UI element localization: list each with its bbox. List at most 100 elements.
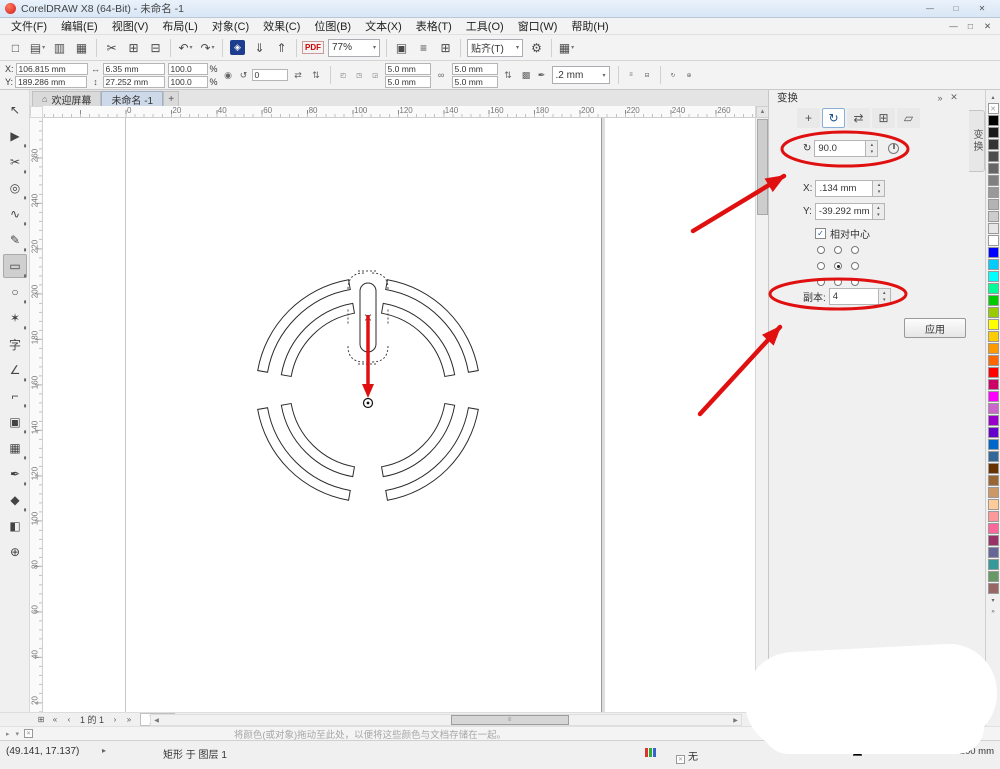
edit-corners-together-button[interactable]: ∞ [434,70,449,81]
document-color-profile-icon[interactable] [645,748,656,757]
x-position-field[interactable]: 106.815 mm [15,62,88,75]
palette-color-swatch[interactable] [987,331,999,342]
palette-color-swatch[interactable] [987,427,999,438]
rotation-angle-field[interactable]: 0 [251,69,288,81]
freehand-tool[interactable]: ∿ ▗ [3,202,27,226]
center-grid-radio-2-2[interactable] [851,278,859,286]
relative-center-checkbox[interactable]: ✓ [815,228,826,239]
import-button[interactable]: ⇓ [249,37,270,58]
corner-radius-field-2[interactable]: 5.0 mm [451,62,498,75]
menu-effects[interactable]: 效果(C) [256,18,307,34]
cut-button[interactable]: ✂ [101,37,122,58]
relative-corner-scaling-button[interactable]: ⇅ [501,70,516,81]
open-button[interactable]: ▤ ▾ [27,37,48,58]
status-play-icon[interactable]: ▸ [102,746,106,755]
position-tab[interactable]: + [797,108,820,128]
angle-dial[interactable] [888,143,900,154]
docker-more-button[interactable]: » [933,93,947,103]
doc-minimize-button[interactable]: — [945,21,962,32]
interactive-fill-tool[interactable]: ◆ ▗ [3,488,27,512]
palette-color-swatch[interactable] [987,199,999,210]
first-page-button[interactable]: « [48,715,62,724]
palette-color-swatch[interactable] [987,163,999,174]
mesh-fill-tool[interactable]: ▦ ▗ [3,436,27,460]
docker-close-button[interactable]: ✕ [947,92,961,103]
save-button[interactable]: ▥ [49,37,70,58]
docker-rotation-angle-field[interactable]: 90.0 [814,140,867,157]
export-button[interactable]: ⇑ [271,37,292,58]
align-distribute-button[interactable]: ≡ [625,70,638,81]
outline-width-select[interactable]: .2 mm ▾ [551,66,610,84]
palette-color-swatch[interactable] [987,259,999,270]
zoom-tool[interactable]: ◎ ▗ [3,176,27,200]
palette-color-swatch[interactable] [987,319,999,330]
new-document-tab-button[interactable]: + [163,91,180,106]
eyedropper-tool[interactable]: ✒ ▗ [3,462,27,486]
palette-color-swatch[interactable] [987,547,999,558]
apply-button[interactable]: 应用 [904,318,966,338]
palette-color-swatch[interactable] [987,559,999,570]
copies-spinner[interactable]: ▴ ▾ [878,288,891,305]
minimize-button[interactable]: — [917,2,943,16]
transparency-tool[interactable]: ◧ [3,514,27,538]
menu-text[interactable]: 文本(X) [358,18,409,34]
menu-table[interactable]: 表格(T) [409,18,459,34]
horizontal-scroll-thumb[interactable]: ≡ [451,715,569,725]
palette-color-swatch[interactable] [987,511,999,522]
palette-color-swatch[interactable] [987,151,999,162]
palette-color-swatch[interactable] [987,475,999,486]
convert-to-curves-button[interactable]: ↻ [667,70,680,81]
next-page-button[interactable]: › [108,715,122,724]
maximize-button[interactable]: □ [943,2,969,16]
paste-button[interactable]: ⊟ [145,37,166,58]
menu-help[interactable]: 帮助(H) [564,18,615,34]
corner-radius-field-4[interactable]: 5.0 mm [451,75,498,88]
vertical-scroll-thumb[interactable] [757,119,768,215]
center-grid-radio-2-1[interactable] [834,278,842,286]
palette-flyout-icon[interactable]: ▸ [6,730,10,738]
menu-window[interactable]: 窗口(W) [511,18,565,34]
new-document-button[interactable]: □ [5,37,26,58]
palette-color-swatch[interactable] [987,223,999,234]
previous-page-button[interactable]: ‹ [62,715,76,724]
center-grid-radio-0-1[interactable] [834,246,842,254]
palette-color-swatch[interactable] [987,175,999,186]
menu-layout[interactable]: 布局(L) [155,18,204,34]
rotation-angle-spinner[interactable]: ▴ ▾ [866,140,879,157]
text-tool[interactable]: 字 [3,332,27,356]
palette-flyout-button[interactable]: » [987,606,1000,617]
zoom-level-select[interactable]: 77% ▾ [328,38,380,57]
scroll-right-arrow[interactable]: ▶ [730,715,741,725]
center-grid-radio-1-0[interactable] [817,262,825,270]
center-grid-radio-0-0[interactable] [817,246,825,254]
palette-scroll-up-button[interactable]: ▴ [987,92,1000,103]
center-grid-radio-2-0[interactable] [817,278,825,286]
menu-bitmaps[interactable]: 位图(B) [307,18,358,34]
palette-color-swatch[interactable] [987,139,999,150]
drop-shadow-tool[interactable]: ▣ ▗ [3,410,27,434]
palette-color-swatch[interactable] [987,295,999,306]
palette-color-swatch[interactable] [987,367,999,378]
document-palette-no-color-swatch[interactable]: ✕ [24,729,34,738]
show-rulers-button[interactable]: ≡ [413,37,434,58]
palette-color-swatch[interactable] [987,283,999,294]
palette-color-swatch[interactable] [987,391,999,402]
palette-expand-icon[interactable]: ▾ [16,730,20,738]
copies-field[interactable]: 4 [828,288,879,305]
tab-welcome-screen[interactable]: ⌂ 欢迎屏幕 [32,91,102,107]
menu-tools[interactable]: 工具(O) [459,18,511,34]
object-order-button[interactable]: ⊟ [641,70,654,81]
add-page-button[interactable]: ⊞ [34,715,48,724]
application-launcher-button[interactable]: ▦ ▾ [556,37,577,58]
chamfered-corner-button[interactable]: ◲ [369,70,382,81]
doc-restore-button[interactable]: □ [962,21,979,32]
menu-view[interactable]: 视图(V) [105,18,156,34]
palette-color-swatch[interactable] [987,379,999,390]
palette-color-swatch[interactable] [987,187,999,198]
palette-color-swatch[interactable] [987,583,999,594]
palette-color-swatch[interactable] [987,463,999,474]
scale-mirror-tab[interactable]: ⇄ [847,108,870,128]
vertical-scrollbar[interactable]: ▲ ▼ [755,106,769,712]
palette-color-swatch[interactable] [987,571,999,582]
print-button[interactable]: ▦ [71,37,92,58]
